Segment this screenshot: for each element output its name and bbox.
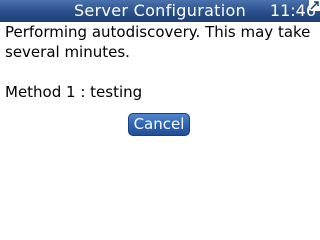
dialog-screen: Server Configuration 11:46 Performing au… — [0, 0, 320, 240]
autodiscovery-message: Performing autodiscovery. This may take … — [5, 23, 311, 61]
cancel-button[interactable]: Cancel — [128, 113, 190, 136]
method-status: Method 1 : testing — [5, 83, 143, 101]
title-bar: Server Configuration 11:46 — [0, 0, 320, 22]
expand-arrow-icon — [309, 0, 320, 11]
